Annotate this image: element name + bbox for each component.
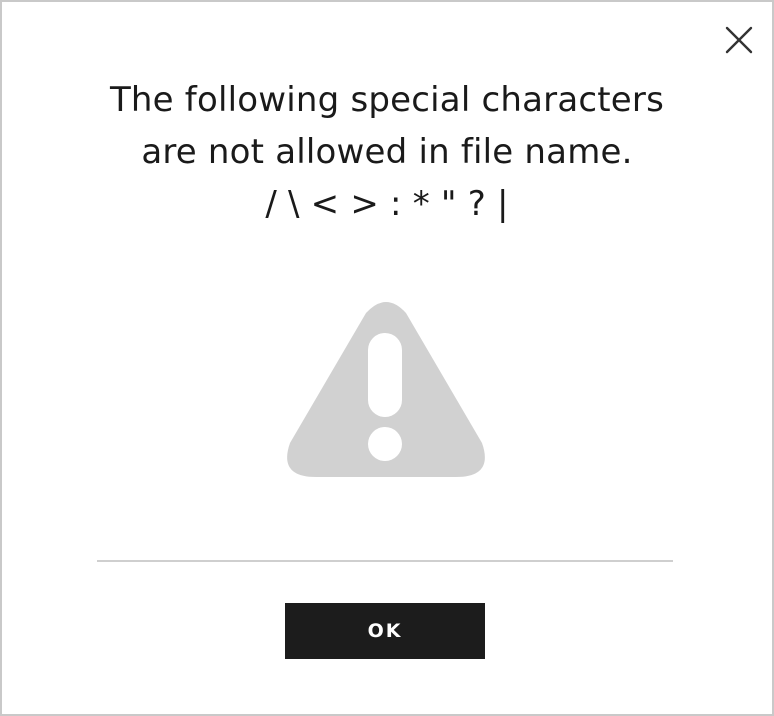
error-dialog: The following special characters are not… [0, 0, 774, 716]
close-button[interactable] [724, 25, 754, 55]
dialog-message: The following special characters are not… [2, 74, 772, 230]
warning-icon [284, 299, 488, 479]
forbidden-characters: / \ < > : * " ? | [265, 184, 509, 224]
divider [97, 560, 673, 562]
message-line-1: The following special characters [109, 80, 665, 120]
ok-button[interactable]: OK [285, 603, 485, 659]
close-icon [725, 26, 753, 54]
message-line-2: are not allowed in file name. [141, 132, 633, 172]
